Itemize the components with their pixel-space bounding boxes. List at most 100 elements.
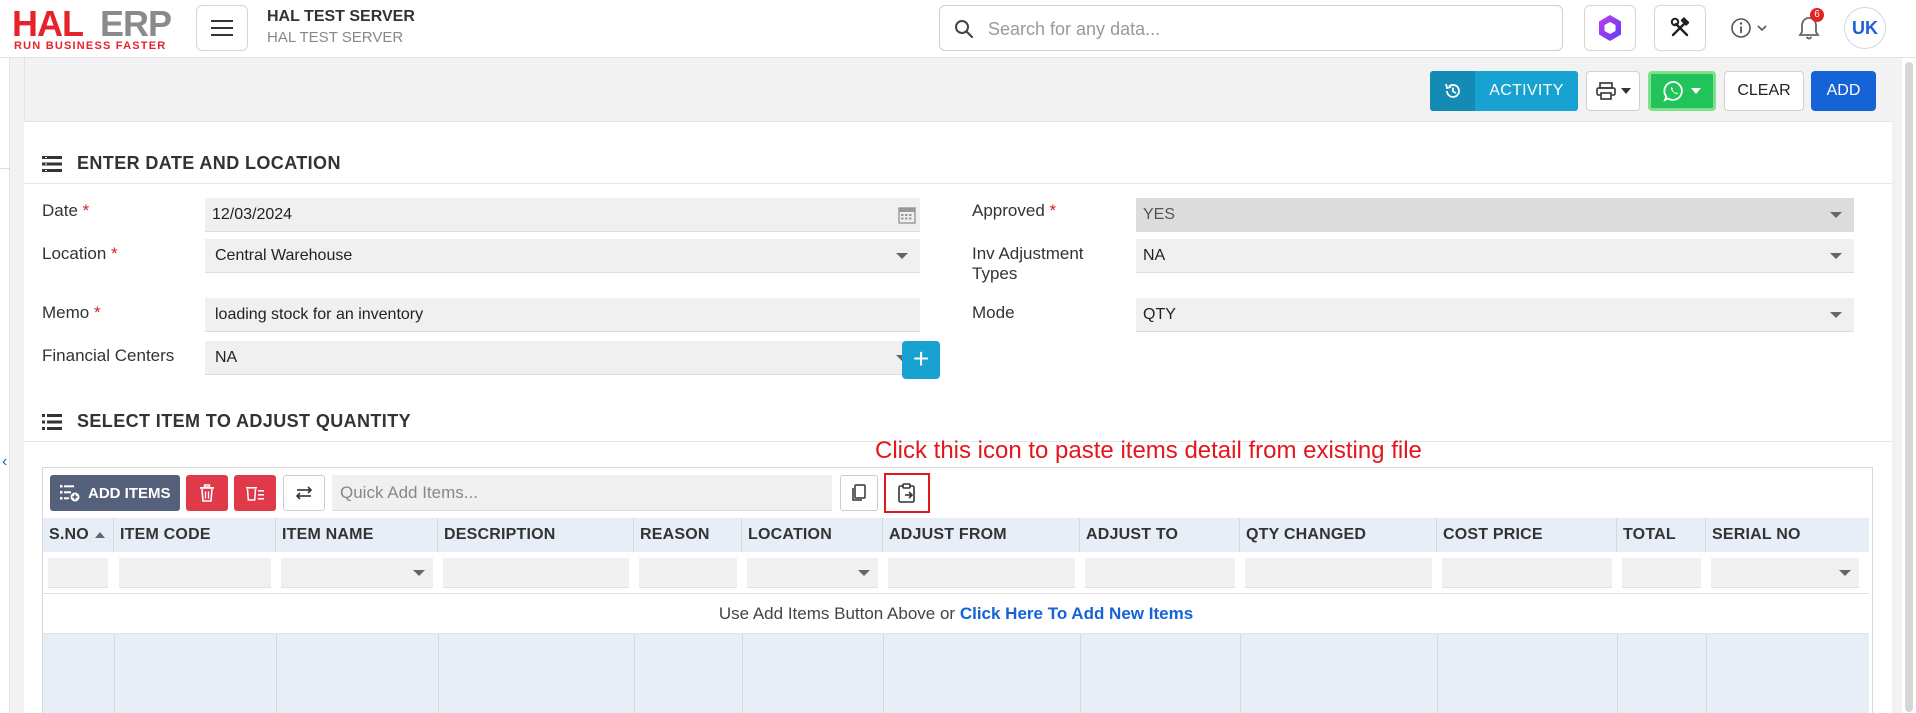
filter-item-name[interactable] xyxy=(281,558,433,588)
whatsapp-icon xyxy=(1663,81,1683,102)
add-button[interactable]: ADD xyxy=(1811,71,1876,111)
page-scrollbar[interactable] xyxy=(1902,58,1916,713)
whatsapp-share-button[interactable] xyxy=(1648,71,1716,111)
quick-add-items[interactable] xyxy=(332,475,832,511)
column-header-item-code[interactable]: ITEM CODE xyxy=(114,518,276,552)
filter-qty-changed[interactable] xyxy=(1245,558,1432,588)
filter-cost-price[interactable] xyxy=(1442,558,1612,588)
column-header-serial-no[interactable]: SERIAL NO xyxy=(1706,518,1869,552)
grid-footer-row xyxy=(43,634,1869,713)
filter-adjust-from[interactable] xyxy=(888,558,1075,588)
section-title: ENTER DATE AND LOCATION xyxy=(77,153,341,173)
delete-item-button[interactable] xyxy=(186,475,228,511)
add-new-items-link[interactable]: Click Here To Add New Items xyxy=(960,604,1193,623)
inv-adjustment-types-value: NA xyxy=(1143,246,1166,264)
print-button[interactable] xyxy=(1586,71,1640,111)
logo-erp: ERP xyxy=(100,3,172,44)
adjust-quantity-section-header: SELECT ITEM TO ADJUST QUANTITY xyxy=(24,402,1892,442)
logo-tagline: RUN BUSINESS FASTER xyxy=(14,40,167,52)
inv-adjustment-types-label: Inv Adjustment Types xyxy=(972,244,1084,283)
copy-icon xyxy=(852,484,866,501)
info-icon xyxy=(1731,18,1767,38)
column-header-adjust-from[interactable]: ADJUST FROM xyxy=(883,518,1080,552)
user-avatar[interactable]: UK xyxy=(1844,7,1886,49)
history-icon xyxy=(1430,71,1475,111)
chevron-down-icon xyxy=(1691,88,1701,94)
date-value: 12/03/2024 xyxy=(212,205,293,223)
column-header-total[interactable]: TOTAL xyxy=(1617,518,1706,552)
hammer-wrench-icon xyxy=(1670,17,1690,37)
column-header-cost-price[interactable]: COST PRICE xyxy=(1437,518,1617,552)
clipboard-paste-icon xyxy=(898,483,915,503)
filter-reason[interactable] xyxy=(639,558,737,588)
memo-label: Memo * xyxy=(42,303,101,322)
memo-field[interactable]: loading stock for an inventory xyxy=(205,298,920,332)
column-header-description[interactable]: DESCRIPTION xyxy=(438,518,634,552)
filter-total[interactable] xyxy=(1622,558,1701,588)
column-header-item-name[interactable]: ITEM NAME xyxy=(276,518,438,552)
location-value: Central Warehouse xyxy=(215,246,353,264)
inventory-adjustment-form: ACTIVITY CLEAR ADD ENTER DATE AND LOCATI… xyxy=(24,58,1892,713)
list-icon xyxy=(42,414,62,430)
scrollbar-thumb[interactable] xyxy=(1905,62,1913,712)
column-header-qty-changed[interactable]: QTY CHANGED xyxy=(1240,518,1437,552)
top-bar: HAL ERP RUN BUSINESS FASTER HAL TEST SER… xyxy=(0,0,1916,58)
filter-description[interactable] xyxy=(443,558,629,588)
chevron-down-icon xyxy=(413,570,425,576)
hexagon-app-icon xyxy=(1599,15,1621,41)
info-menu-button[interactable] xyxy=(1726,13,1776,43)
financial-centers-select[interactable]: NA xyxy=(205,341,920,375)
action-toolbar: ACTIVITY CLEAR ADD xyxy=(24,58,1892,122)
filter-serial-no[interactable] xyxy=(1711,558,1859,588)
plus-icon: + xyxy=(912,343,930,374)
trash-icon xyxy=(200,484,214,502)
column-header-location[interactable]: LOCATION xyxy=(742,518,883,552)
filter-sno[interactable] xyxy=(48,558,108,588)
memo-value: loading stock for an inventory xyxy=(215,305,424,323)
filter-adjust-to[interactable] xyxy=(1085,558,1235,588)
quick-add-items-input[interactable] xyxy=(332,475,832,510)
activity-button[interactable]: ACTIVITY xyxy=(1430,71,1578,111)
delete-all-items-button[interactable] xyxy=(234,475,276,511)
chevron-down-icon xyxy=(1621,88,1631,94)
list-settings-icon xyxy=(42,156,62,172)
sort-asc-icon xyxy=(94,531,105,538)
tools-button[interactable] xyxy=(1654,5,1706,51)
printer-icon xyxy=(1596,82,1616,100)
filter-location[interactable] xyxy=(747,558,878,588)
swap-button[interactable] xyxy=(283,475,325,511)
notification-count-badge: 6 xyxy=(1810,8,1824,22)
paste-items-button[interactable] xyxy=(884,473,930,513)
date-location-section-header: ENTER DATE AND LOCATION xyxy=(24,144,1892,184)
inv-adjustment-types-select[interactable]: NA xyxy=(1136,239,1854,273)
mode-select[interactable]: QTY xyxy=(1136,298,1854,332)
add-list-icon xyxy=(60,485,80,502)
financial-centers-value: NA xyxy=(215,348,238,366)
location-label: Location * xyxy=(42,244,118,263)
search-icon xyxy=(955,20,974,39)
calendar-icon[interactable] xyxy=(898,206,916,224)
search-input[interactable] xyxy=(988,16,1548,42)
add-items-button[interactable]: ADD ITEMS xyxy=(50,475,180,511)
grid-header-row: S.NO ITEM CODE ITEM NAME DESCRIPTION REA… xyxy=(43,518,1869,552)
items-grid: ADD ITEMS Quick Add Items... S.NO ITEM C… xyxy=(42,467,1873,713)
chevron-down-icon xyxy=(1830,312,1842,318)
column-header-reason[interactable]: REASON xyxy=(634,518,742,552)
clear-button[interactable]: CLEAR xyxy=(1724,71,1804,111)
copy-items-button[interactable] xyxy=(840,475,878,511)
apps-button[interactable] xyxy=(1584,5,1636,51)
app-logo[interactable]: HAL ERP RUN BUSINESS FASTER xyxy=(12,3,182,53)
column-header-adjust-to[interactable]: ADJUST TO xyxy=(1080,518,1240,552)
global-search[interactable] xyxy=(939,5,1563,51)
add-financial-center-button[interactable]: + xyxy=(902,341,940,379)
filter-item-code[interactable] xyxy=(119,558,271,588)
paste-icon-annotation: Click this icon to paste items detail fr… xyxy=(875,437,1422,464)
sidebar-expand-chevron-icon[interactable]: ‹ xyxy=(2,452,16,472)
server-subtitle: HAL TEST SERVER xyxy=(267,29,404,46)
notifications-button[interactable]: 6 xyxy=(1792,8,1826,46)
chevron-down-icon xyxy=(1830,212,1842,218)
column-header-sno[interactable]: S.NO xyxy=(43,518,114,552)
date-field[interactable]: 12/03/2024 xyxy=(205,198,920,232)
hamburger-menu-button[interactable] xyxy=(196,5,248,51)
location-select[interactable]: Central Warehouse xyxy=(205,239,920,273)
